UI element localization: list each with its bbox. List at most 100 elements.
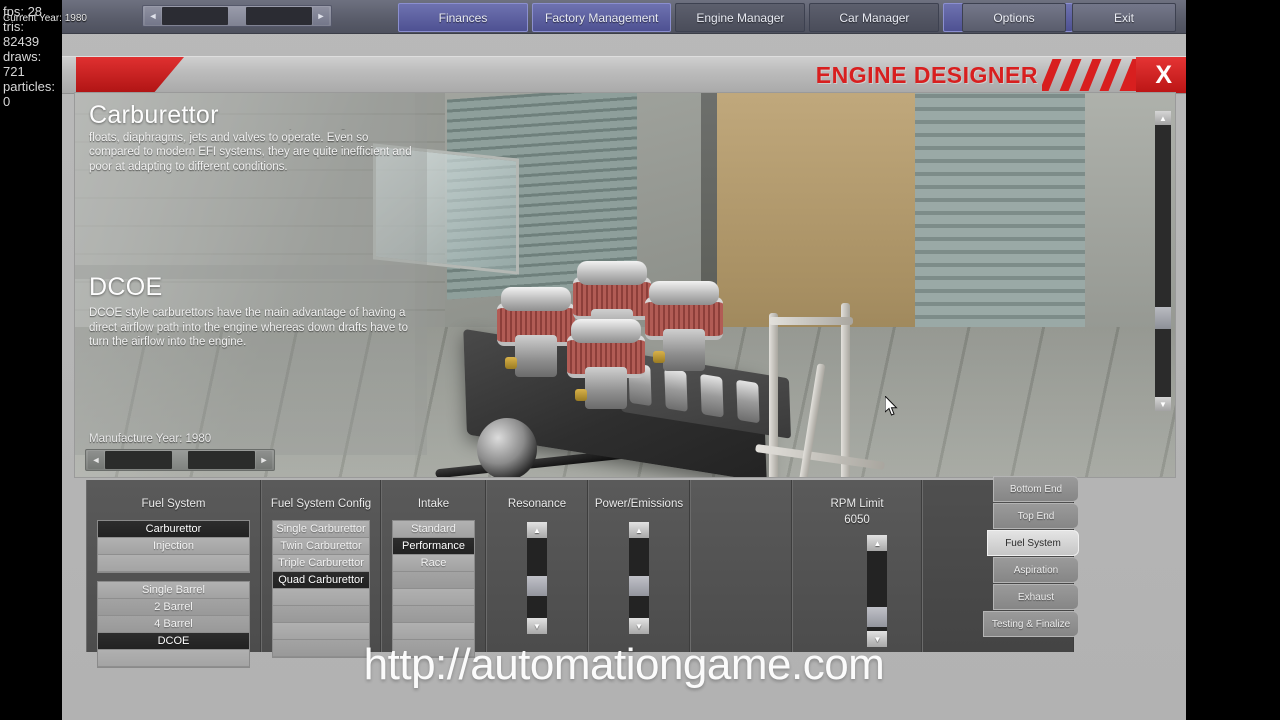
tab-engine-manager[interactable]: Engine Manager xyxy=(675,3,806,32)
option-race[interactable]: Race xyxy=(393,555,474,572)
engine-config-panels: Fuel System Carburettor Injection Single… xyxy=(86,476,1174,668)
manufacture-year-nav[interactable]: ◄ ► xyxy=(85,449,275,471)
year-field-right[interactable] xyxy=(246,7,312,25)
panel-right-strip: Bottom End Top End Fuel System Aspiratio… xyxy=(922,476,1079,652)
scrollbar-thumb[interactable] xyxy=(1155,307,1171,329)
section-tab-fuel-system[interactable]: Fuel System xyxy=(987,530,1079,556)
section-tab-exhaust[interactable]: Exhaust xyxy=(993,584,1079,610)
section-tab-testing-finalize[interactable]: Testing & Finalize xyxy=(983,611,1079,637)
variant-title: DCOE xyxy=(89,273,163,301)
section-tab-top-end[interactable]: Top End xyxy=(993,503,1079,529)
option-intake-blank-4 xyxy=(393,623,474,640)
manufacture-year-field-left[interactable] xyxy=(105,451,172,469)
option-twin-carburettor[interactable]: Twin Carburettor xyxy=(273,538,369,555)
panel-header-fuel-system: Fuel System xyxy=(141,498,206,510)
manufacture-year-block: Manufacture Year: 1980 ◄ ► xyxy=(85,433,415,471)
tab-car-manager[interactable]: Car Manager xyxy=(809,3,940,32)
carburettor-4 xyxy=(645,275,723,375)
option-single-barrel[interactable]: Single Barrel xyxy=(98,582,249,599)
tab-factory-management[interactable]: Factory Management xyxy=(532,3,672,32)
panel-resonance: Resonance ▲ ▼ xyxy=(486,480,588,652)
option-quad-carburettor[interactable]: Quad Carburettor xyxy=(273,572,369,589)
panel-header-fuel-system-config: Fuel System Config xyxy=(270,498,372,510)
panel-blank xyxy=(690,480,792,652)
intake-group: Standard Performance Race xyxy=(392,520,475,658)
resonance-thumb[interactable] xyxy=(527,576,547,596)
tab-finances[interactable]: Finances xyxy=(398,3,528,32)
carburettor-1 xyxy=(497,281,575,381)
mouse-cursor xyxy=(885,396,898,416)
engine-pulley xyxy=(477,418,537,477)
options-button[interactable]: Options xyxy=(962,3,1066,32)
game-window: ◄ ► Finances Factory Management Engine M… xyxy=(62,0,1186,720)
panel-header-power-emissions: Power/Emissions xyxy=(594,498,684,510)
panel-intake: Intake Standard Performance Race xyxy=(381,480,486,658)
screen: ◄ ► Finances Factory Management Engine M… xyxy=(0,0,1280,720)
banner-slashes-decor xyxy=(1042,59,1142,91)
panel-header-blank xyxy=(691,480,791,497)
option-intake-blank-3 xyxy=(393,606,474,623)
page-title: ENGINE DESIGNER xyxy=(815,62,1038,88)
year-field-left[interactable] xyxy=(162,7,228,25)
viewport-scrollbar[interactable]: ▲ ▼ xyxy=(1155,111,1171,411)
power-emissions-up-icon[interactable]: ▲ xyxy=(629,522,649,538)
power-emissions-thumb[interactable] xyxy=(629,576,649,596)
banner-red-wedge xyxy=(76,57,184,93)
power-emissions-slider[interactable]: ▲ ▼ xyxy=(629,522,649,634)
fuel-system-config-group: Single Carburettor Twin Carburettor Trip… xyxy=(272,520,370,658)
manufacture-year-field-right[interactable] xyxy=(188,451,255,469)
resonance-up-icon[interactable]: ▲ xyxy=(527,522,547,538)
section-tabs: Bottom End Top End Fuel System Aspiratio… xyxy=(983,476,1079,638)
year-next-icon[interactable]: ► xyxy=(313,7,329,25)
section-tab-aspiration[interactable]: Aspiration xyxy=(993,557,1079,583)
variant-description: DCOE style carburettors have the main ad… xyxy=(89,307,408,348)
engine-model[interactable] xyxy=(435,243,885,477)
resonance-down-icon[interactable]: ▼ xyxy=(527,618,547,634)
rpm-up-icon[interactable]: ▲ xyxy=(867,535,888,551)
debug-draws: draws: 721 xyxy=(3,49,42,79)
section-tab-bottom-end[interactable]: Bottom End xyxy=(993,476,1079,502)
power-emissions-down-icon[interactable]: ▼ xyxy=(629,618,649,634)
component-info-panel: Carburettor fuel/air mixture. Carburetto… xyxy=(75,93,427,279)
manufacture-year-prev-icon[interactable]: ◄ xyxy=(88,451,104,469)
panel-header-intake: Intake xyxy=(417,498,450,510)
debug-particles: particles: 0 xyxy=(3,79,56,109)
component-title: Carburettor xyxy=(89,101,219,129)
top-right-buttons: Options Exit xyxy=(962,3,1176,32)
scrollbar-track[interactable] xyxy=(1155,125,1171,397)
year-nav-gap xyxy=(229,7,245,25)
watermark-url: http://automationgame.com xyxy=(363,640,885,689)
scroll-up-icon[interactable]: ▲ xyxy=(1155,111,1171,125)
resonance-slider[interactable]: ▲ ▼ xyxy=(527,522,547,634)
carburettor-3 xyxy=(567,313,645,413)
year-navigation-control[interactable]: ◄ ► xyxy=(142,5,332,27)
option-config-blank-2 xyxy=(273,606,369,623)
engine-3d-viewport[interactable]: Carburettor fuel/air mixture. Carburetto… xyxy=(74,92,1176,478)
fuel-system-type-group: Carburettor Injection xyxy=(97,520,250,573)
option-triple-carburettor[interactable]: Triple Carburettor xyxy=(273,555,369,572)
exit-button[interactable]: Exit xyxy=(1072,3,1176,32)
letterbox-right xyxy=(1186,0,1280,720)
option-standard[interactable]: Standard xyxy=(393,521,474,538)
option-2-barrel[interactable]: 2 Barrel xyxy=(98,599,249,616)
panel-header-resonance: Resonance xyxy=(507,498,567,510)
manufacture-year-label: Manufacture Year: 1980 xyxy=(89,433,212,445)
option-carburettor[interactable]: Carburettor xyxy=(98,521,249,538)
option-single-carburettor[interactable]: Single Carburettor xyxy=(273,521,369,538)
option-blank-1 xyxy=(98,555,249,572)
year-prev-icon[interactable]: ◄ xyxy=(145,7,161,25)
manufacture-year-next-icon[interactable]: ► xyxy=(256,451,272,469)
panel-fuel-system: Fuel System Carburettor Injection Single… xyxy=(86,480,261,668)
rpm-thumb[interactable] xyxy=(867,607,888,627)
option-config-blank-3 xyxy=(273,623,369,640)
option-performance[interactable]: Performance xyxy=(393,538,474,555)
engine-stand xyxy=(745,303,895,477)
current-year-label: Current Year: 1980 xyxy=(3,13,87,24)
option-injection[interactable]: Injection xyxy=(98,538,249,555)
close-icon[interactable]: X xyxy=(1155,60,1172,90)
top-navigation-bar: ◄ ► Finances Factory Management Engine M… xyxy=(62,0,1186,34)
scroll-down-icon[interactable]: ▼ xyxy=(1155,397,1171,411)
option-4-barrel[interactable]: 4 Barrel xyxy=(98,616,249,633)
option-intake-blank-1 xyxy=(393,572,474,589)
rpm-limit-slider[interactable]: ▲ ▼ xyxy=(867,535,888,647)
